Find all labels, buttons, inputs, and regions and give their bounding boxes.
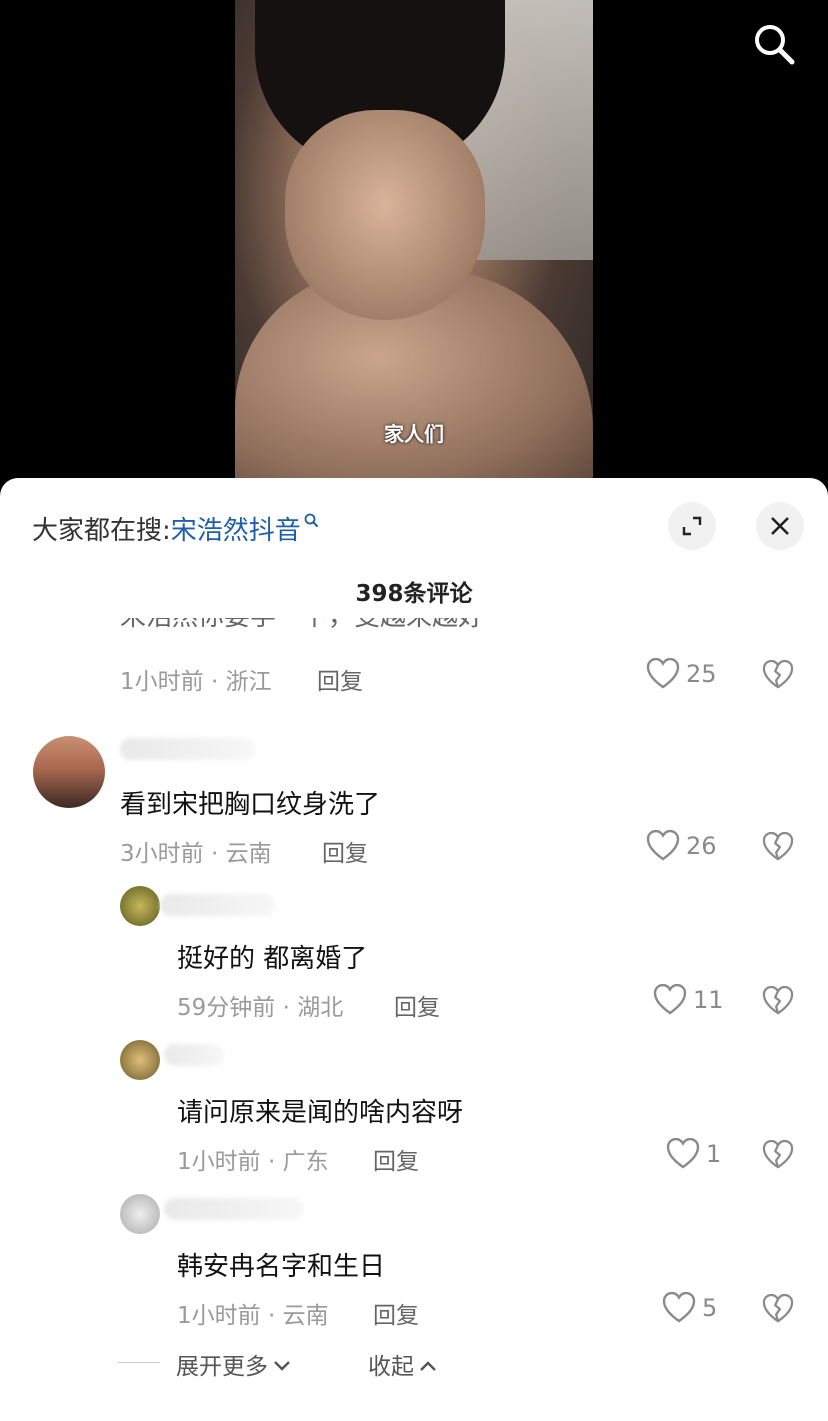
username-blurred (164, 1198, 304, 1220)
video-subtitle: 家人们 (384, 422, 444, 446)
close-icon (771, 517, 789, 535)
search-suggestion-keyword[interactable]: 宋浩然抖音 (171, 516, 301, 546)
heart-icon (646, 658, 680, 689)
broken-heart-icon (762, 985, 794, 1015)
username-blurred (164, 1044, 224, 1066)
like-button[interactable]: 11 (653, 984, 724, 1016)
comment-text: 宋浩然你要学一下，变越来越好 (120, 618, 484, 633)
search-button[interactable] (750, 20, 798, 68)
dislike-button[interactable] (762, 831, 794, 866)
avatar[interactable] (33, 736, 105, 808)
divider (118, 1362, 160, 1363)
like-button[interactable]: 26 (646, 830, 717, 862)
search-suggestion[interactable]: 大家都在搜:宋浩然抖音 (32, 510, 321, 547)
expand-more-button[interactable]: 展开更多 (176, 1347, 292, 1381)
avatar[interactable] (120, 1194, 160, 1234)
like-count: 1 (706, 1140, 722, 1168)
reply-button[interactable]: 回复 (317, 662, 363, 696)
chevron-down-icon (274, 1361, 290, 1371)
like-count: 5 (702, 1294, 718, 1322)
broken-heart-icon (762, 831, 794, 861)
heart-icon (646, 830, 680, 861)
comment-meta: 1小时前 · 浙江 (120, 669, 272, 695)
dislike-button[interactable] (762, 1139, 794, 1174)
avatar[interactable] (120, 886, 160, 926)
search-icon (755, 25, 795, 65)
dislike-button[interactable] (762, 659, 794, 694)
comment-text: 看到宋把胸口纹身洗了 (120, 790, 381, 820)
search-suggestion-prefix: 大家都在搜: (32, 516, 171, 546)
comment-meta: 3小时前 · 云南 (120, 841, 272, 867)
reply-button[interactable]: 回复 (394, 988, 440, 1022)
dislike-button[interactable] (762, 985, 794, 1020)
broken-heart-icon (762, 659, 794, 689)
reply-button[interactable]: 回复 (373, 1142, 419, 1176)
avatar[interactable] (120, 1040, 160, 1080)
comment-meta: 1小时前 · 云南 (177, 1303, 329, 1329)
username-blurred (160, 894, 275, 916)
reply-button[interactable]: 回复 (373, 1296, 419, 1330)
close-button[interactable] (756, 502, 804, 550)
expand-more-label: 展开更多 (176, 1354, 268, 1380)
fullscreen-icon (682, 516, 702, 536)
search-icon (304, 513, 318, 527)
like-count: 25 (686, 660, 717, 688)
like-count: 26 (686, 832, 717, 860)
reply-button[interactable]: 回复 (322, 834, 368, 868)
username-blurred (120, 738, 255, 760)
comment-item: 宋浩然你要学一下，变越来越好 1小时前 · 浙江 回复 25 (0, 618, 828, 698)
heart-icon (653, 984, 687, 1015)
heart-icon (662, 1292, 696, 1323)
comment-item: 看到宋把胸口纹身洗了 3小时前 · 云南 回复 26 (0, 736, 828, 876)
comment-text: 韩安冉名字和生日 (177, 1252, 386, 1282)
comment-meta: 1小时前 · 广东 (177, 1149, 329, 1175)
collapse-button[interactable]: 收起 (368, 1347, 438, 1381)
video-player[interactable]: 家人们 (0, 0, 828, 480)
broken-heart-icon (762, 1139, 794, 1169)
broken-heart-icon (762, 1293, 794, 1323)
comment-meta: 59分钟前 · 湖北 (177, 995, 344, 1021)
reply-item: 韩安冉名字和生日 1小时前 · 云南 回复 5 (0, 1194, 828, 1334)
like-count: 11 (693, 986, 724, 1014)
comment-text: 挺好的 都离婚了 (177, 944, 368, 974)
like-button[interactable]: 1 (666, 1138, 721, 1170)
video-frame[interactable]: 家人们 (235, 0, 593, 478)
reply-item: 挺好的 都离婚了 59分钟前 · 湖北 回复 11 (0, 886, 828, 1026)
collapse-label: 收起 (368, 1354, 414, 1380)
video-person-face (285, 110, 485, 320)
like-button[interactable]: 5 (662, 1292, 717, 1324)
chevron-up-icon (420, 1361, 436, 1371)
reply-item: 请问原来是闻的啥内容呀 1小时前 · 广东 回复 1 (0, 1040, 828, 1180)
like-button[interactable]: 25 (646, 658, 717, 690)
fullscreen-button[interactable] (668, 502, 716, 550)
comment-count: 398条评论 (355, 581, 473, 607)
dislike-button[interactable] (762, 1293, 794, 1328)
comment-text: 请问原来是闻的啥内容呀 (177, 1098, 464, 1128)
heart-icon (666, 1138, 700, 1169)
comment-list[interactable]: 宋浩然你要学一下，变越来越好 1小时前 · 浙江 回复 25 看到宋把胸口纹身洗… (0, 618, 828, 1418)
comment-sheet: 大家都在搜:宋浩然抖音 398条评论 宋浩然你要学一下，变越来越好 1小时前 ·… (0, 478, 828, 1421)
